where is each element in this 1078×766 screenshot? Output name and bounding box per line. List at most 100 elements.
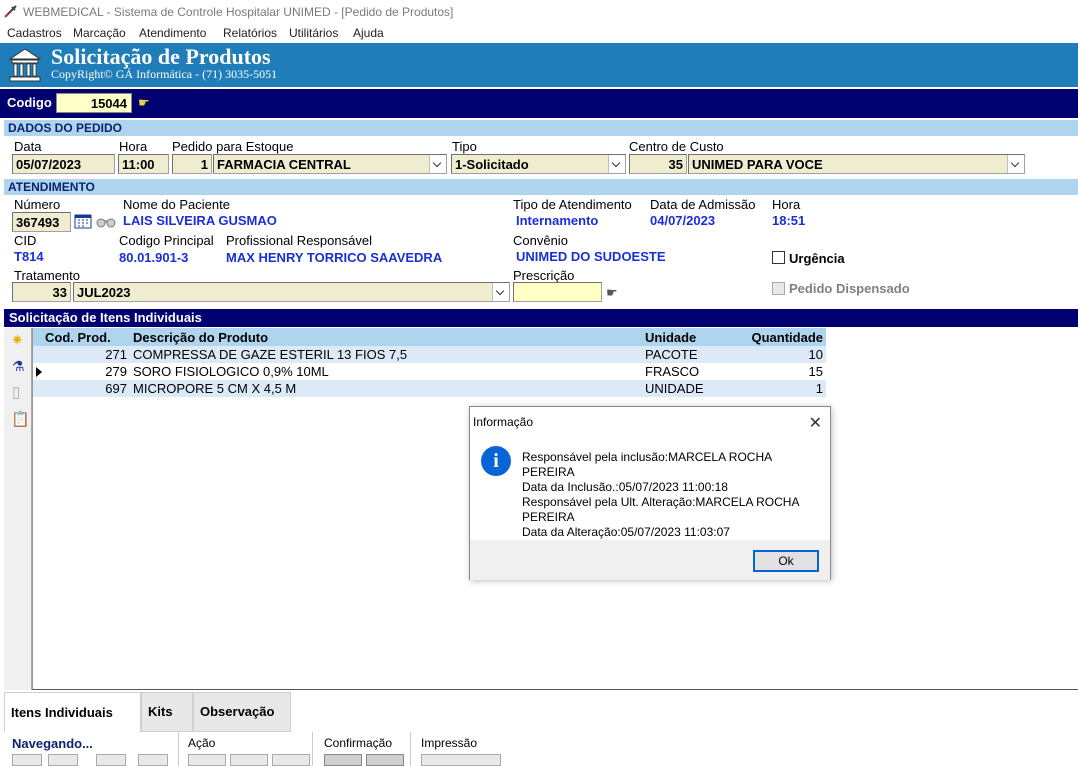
tratamento-combo[interactable]: JUL2023 (73, 282, 510, 302)
tipo-label: Tipo (452, 139, 477, 154)
chevron-down-icon[interactable] (1007, 155, 1024, 173)
table-row[interactable]: 271 COMPRESSA DE GAZE ESTERIL 13 FIOS 7,… (33, 346, 826, 363)
dialog-footer: Ok (470, 540, 830, 580)
prescricao-field[interactable] (513, 282, 602, 302)
admissao-label: Data de Admissão (650, 197, 756, 212)
tipo-combo[interactable]: 1-Solicitado (451, 154, 626, 174)
chevron-down-icon[interactable] (608, 155, 625, 173)
profissional-label: Profissional Responsável (226, 233, 372, 248)
quantidade-cell: 15 (745, 363, 826, 380)
last-button[interactable] (138, 754, 168, 766)
close-icon[interactable]: ✕ (809, 413, 822, 433)
new-item-icon[interactable]: ✷ (11, 331, 24, 349)
col-descricao[interactable]: Descrição do Produto (130, 328, 642, 346)
copyright-text: CopyRight© GÁ Informática - (71) 3035-50… (51, 67, 278, 81)
tipo-atendimento-label: Tipo de Atendimento (513, 197, 632, 212)
print-button[interactable] (421, 754, 501, 766)
quantidade-cell: 10 (745, 346, 826, 363)
flask-icon[interactable]: ⚗ (12, 358, 25, 375)
convenio-value: UNIMED DO SUDOESTE (516, 249, 666, 264)
dialog-message: Responsável pela inclusão:MARCELA ROCHA … (522, 450, 822, 540)
custo-value: UNIMED PARA VOCE (692, 157, 823, 172)
acao-label: Ação (188, 736, 216, 750)
paciente-label: Nome do Paciente (123, 197, 230, 212)
menu-cadastros[interactable]: Cadastros (7, 26, 62, 40)
acao-add-button[interactable] (188, 754, 226, 766)
dialog-line: Responsável pela Ult. Alteração:MARCELA … (522, 495, 799, 524)
tab-observacao[interactable]: Observação (193, 692, 291, 732)
acao-edit-button[interactable] (230, 754, 268, 766)
descricao-cell: MICROPORE 5 CM X 4,5 M (130, 380, 642, 397)
cancel-button[interactable] (366, 754, 404, 766)
codigo-field[interactable]: 15044 (56, 93, 132, 113)
estoque-combo[interactable]: FARMACIA CENTRAL (213, 154, 447, 174)
unidade-cell: UNIDADE (642, 380, 745, 397)
pointing-hand-icon[interactable]: ☛ (138, 95, 150, 111)
divider (178, 732, 179, 766)
custo-code-field[interactable]: 35 (629, 154, 687, 174)
section-label: DADOS DO PEDIDO (8, 121, 123, 135)
acao-delete-button[interactable] (272, 754, 310, 766)
col-quantidade[interactable]: Quantidade (745, 328, 826, 346)
custo-combo[interactable]: UNIMED PARA VOCE (688, 154, 1025, 174)
numero-field[interactable]: 367493 (12, 212, 71, 232)
tab-itens-individuais[interactable]: Itens Individuais (4, 692, 141, 732)
paciente-value: LAIS SILVEIRA GUSMAO (123, 213, 277, 228)
cod-cell: 697 (33, 380, 130, 397)
window-title: WEBMEDICAL - Sistema de Controle Hospita… (23, 5, 454, 19)
next-button[interactable] (96, 754, 126, 766)
unidade-cell: FRASCO (642, 363, 745, 380)
col-unidade[interactable]: Unidade (642, 328, 745, 346)
unidade-cell: PACOTE (642, 346, 745, 363)
menu-ajuda[interactable]: Ajuda (353, 26, 384, 40)
items-grid-title: Solicitação de Itens Individuais (4, 309, 1078, 327)
descricao-cell: SORO FISIOLOGICO 0,9% 10ML (130, 363, 642, 380)
info-dialog: Informação ✕ i Responsável pela inclusão… (469, 406, 831, 580)
estoque-code-field[interactable]: 1 (172, 154, 212, 174)
header-banner: Solicitação de Produtos CopyRight© GÁ In… (0, 43, 1078, 87)
convenio-label: Convênio (513, 233, 568, 248)
hora-field[interactable]: 11:00 (118, 154, 169, 174)
table-row[interactable]: 697 MICROPORE 5 CM X 4,5 M UNIDADE 1 (33, 380, 826, 397)
building-icon (8, 48, 42, 82)
profissional-value: MAX HENRY TORRICO SAAVEDRA (226, 250, 443, 265)
chevron-down-icon[interactable] (492, 283, 509, 301)
cid-value: T814 (14, 249, 44, 264)
ok-button[interactable]: Ok (753, 550, 819, 572)
menu-marcacao[interactable]: Marcação (73, 26, 126, 40)
calendar-icon[interactable] (74, 213, 92, 229)
items-title-text: Solicitação de Itens Individuais (9, 310, 202, 325)
hora-label: Hora (119, 139, 148, 154)
bottom-toolbar: Navegando... Ação Confirmação Impressão (4, 732, 1078, 766)
items-table: Cod. Prod. Descrição do Produto Unidade … (33, 328, 826, 397)
numero-label: Número (14, 197, 61, 212)
tratamento-code-field[interactable]: 33 (12, 282, 71, 302)
urgencia-label: Urgência (789, 251, 845, 266)
pointing-hand-icon[interactable]: ☛ (606, 285, 618, 301)
tratamento-value: JUL2023 (77, 285, 131, 300)
menu-atendimento[interactable]: Atendimento (139, 26, 206, 40)
table-row[interactable]: 279 SORO FISIOLOGICO 0,9% 10ML FRASCO 15 (33, 363, 826, 380)
tratamento-label: Tratamento (14, 268, 80, 283)
clipboard-disabled-icon: ▯ (12, 384, 21, 401)
binoculars-icon[interactable] (96, 214, 116, 229)
quantidade-cell: 1 (745, 380, 826, 397)
chevron-down-icon[interactable] (429, 155, 446, 173)
codigo-principal-label: Codigo Principal (119, 233, 214, 248)
menu-relatorios[interactable]: Relatórios (223, 26, 277, 40)
tab-kits[interactable]: Kits (141, 692, 193, 732)
menu-utilitarios[interactable]: Utilitários (289, 26, 338, 40)
tipo-atendimento-value: Internamento (516, 213, 599, 228)
confirm-button[interactable] (324, 754, 362, 766)
dialog-line: Data da Alteração:05/07/2023 11:03:07 (522, 525, 730, 539)
clipboard-icon[interactable]: 📋 (11, 410, 30, 428)
first-button[interactable] (12, 754, 42, 766)
urgencia-checkbox[interactable] (772, 251, 785, 264)
col-cod-prod[interactable]: Cod. Prod. (33, 328, 130, 346)
confirmacao-label: Confirmação (324, 736, 393, 750)
admissao-value: 04/07/2023 (650, 213, 716, 228)
data-field[interactable]: 05/07/2023 (12, 154, 115, 174)
cid-label: CID (14, 233, 37, 248)
prev-button[interactable] (48, 754, 78, 766)
tab-label: Kits (148, 704, 173, 719)
